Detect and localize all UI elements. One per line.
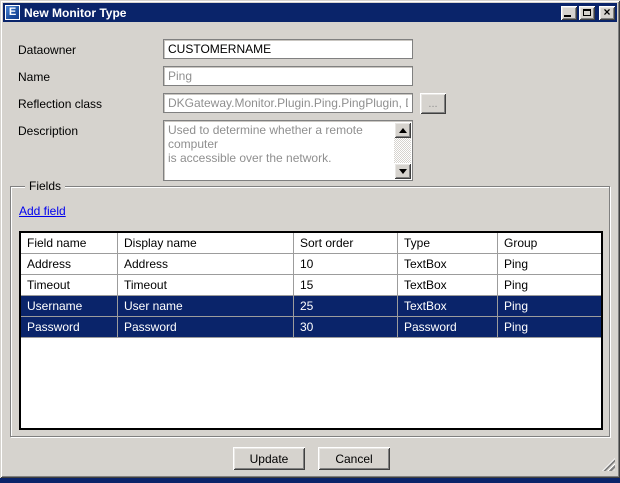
browse-button: ... (420, 93, 446, 114)
cell-sort-order: 25 (294, 296, 398, 316)
update-button[interactable]: Update (233, 447, 305, 470)
table-row[interactable]: Password Password 30 Password Ping (21, 317, 601, 338)
window-controls: × (559, 6, 615, 20)
cell-field-name: Address (21, 254, 118, 274)
minimize-icon (564, 15, 571, 17)
name-label: Name (18, 70, 50, 84)
cancel-button[interactable]: Cancel (318, 447, 390, 470)
description-label: Description (18, 124, 78, 138)
header-sort-order[interactable]: Sort order (294, 233, 398, 253)
cell-type: TextBox (398, 254, 498, 274)
table-header-row: Field name Display name Sort order Type … (21, 233, 601, 254)
scroll-up-button[interactable] (394, 122, 411, 138)
reflection-class-input (163, 93, 413, 113)
dataowner-input[interactable] (163, 39, 413, 59)
arrow-up-icon (399, 128, 407, 133)
cell-field-name: Password (21, 317, 118, 337)
table-row[interactable]: Timeout Timeout 15 TextBox Ping (21, 275, 601, 296)
dataowner-label: Dataowner (18, 43, 76, 57)
cell-display-name: Address (118, 254, 294, 274)
title-bar[interactable]: E New Monitor Type × (3, 3, 617, 22)
resize-grip[interactable] (602, 458, 615, 471)
window-title: New Monitor Type (24, 6, 126, 20)
header-field-name[interactable]: Field name (21, 233, 118, 253)
cell-type: TextBox (398, 275, 498, 295)
fields-groupbox: Fields Add field Field name Display name… (10, 186, 610, 437)
cell-sort-order: 10 (294, 254, 398, 274)
name-input (163, 66, 413, 86)
cell-display-name: Password (118, 317, 294, 337)
cell-sort-order: 30 (294, 317, 398, 337)
app-icon: E (5, 5, 20, 20)
maximize-button[interactable] (579, 6, 595, 20)
header-group[interactable]: Group (498, 233, 601, 253)
table-row[interactable]: Username User name 25 TextBox Ping (21, 296, 601, 317)
reflection-class-label: Reflection class (18, 97, 102, 111)
cell-group: Ping (498, 296, 601, 316)
dialog-window: E New Monitor Type × Dataowner Name Refl… (0, 0, 620, 478)
cell-type: TextBox (398, 296, 498, 316)
close-icon: × (603, 6, 610, 18)
table-row[interactable]: Address Address 10 TextBox Ping (21, 254, 601, 275)
cell-field-name: Username (21, 296, 118, 316)
cell-display-name: User name (118, 296, 294, 316)
cell-group: Ping (498, 275, 601, 295)
description-scrollbar[interactable] (394, 122, 411, 179)
description-textarea: Used to determine whether a remote compu… (163, 120, 413, 181)
header-type[interactable]: Type (398, 233, 498, 253)
cell-group: Ping (498, 254, 601, 274)
add-field-link[interactable]: Add field (19, 204, 66, 218)
header-display-name[interactable]: Display name (118, 233, 294, 253)
close-button[interactable]: × (599, 6, 615, 20)
arrow-down-icon (399, 169, 407, 174)
fields-table: Field name Display name Sort order Type … (19, 231, 603, 430)
maximize-icon (583, 9, 591, 16)
cell-type: Password (398, 317, 498, 337)
cell-sort-order: 15 (294, 275, 398, 295)
scroll-down-button[interactable] (394, 163, 411, 179)
cell-display-name: Timeout (118, 275, 294, 295)
cell-field-name: Timeout (21, 275, 118, 295)
description-text: Used to determine whether a remote compu… (168, 123, 393, 178)
fields-groupbox-legend: Fields (25, 179, 65, 193)
minimize-button[interactable] (561, 6, 577, 20)
cell-group: Ping (498, 317, 601, 337)
